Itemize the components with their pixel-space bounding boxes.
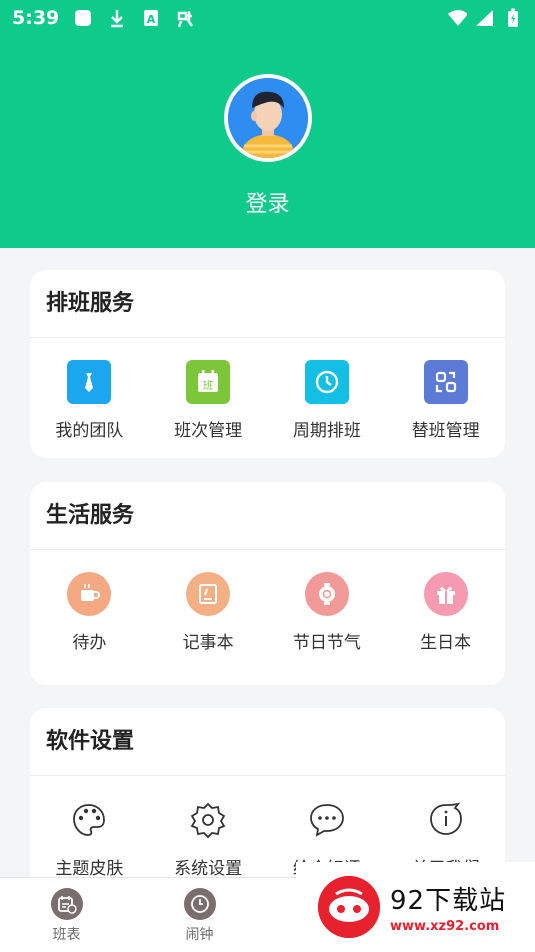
substitute-management-item[interactable]: 替班管理 — [386, 338, 505, 458]
grid-label: 节日节气 — [292, 633, 361, 653]
section-title: 软件设置 — [30, 708, 505, 776]
grid-label: 替班管理 — [411, 421, 480, 441]
nav-alarm[interactable]: 闹钟 — [133, 878, 266, 952]
info-bubble-icon — [424, 798, 468, 842]
signal-icon — [475, 8, 495, 28]
birthday-item[interactable]: 生日本 — [386, 550, 505, 670]
my-team-item[interactable]: 我的团队 — [30, 338, 149, 458]
status-time: 5:39 — [12, 7, 60, 29]
clock-icon — [304, 360, 349, 404]
alarm-clock-icon — [183, 888, 216, 920]
grid-label: 记事本 — [182, 633, 234, 653]
shift-management-item[interactable]: 班 班次管理 — [149, 338, 268, 458]
schedule-icon — [50, 888, 83, 920]
a-icon: A — [141, 8, 161, 28]
watermark: 92下载站 www.xz92.com — [296, 862, 535, 952]
gift-icon — [423, 572, 468, 616]
wifi-icon — [447, 8, 467, 28]
grid-label: 我的团队 — [55, 421, 124, 441]
section-title: 生活服务 — [30, 482, 505, 550]
gear-icon — [186, 798, 230, 842]
grid-label: 系统设置 — [174, 859, 243, 879]
notebook-item[interactable]: 记事本 — [149, 550, 268, 670]
watermark-url: www.xz92.com — [390, 919, 500, 934]
download-icon — [107, 8, 127, 28]
palette-icon — [67, 798, 111, 842]
svg-text:A: A — [147, 13, 156, 26]
section-life-service: 生活服务 待办 记事本 节日节气 生日本 — [30, 482, 505, 685]
grid-label: 生日本 — [420, 633, 472, 653]
festival-item[interactable]: 节日节气 — [268, 550, 387, 670]
grid-label: 待办 — [72, 633, 107, 653]
avatar[interactable] — [224, 74, 312, 162]
status-bar: 5:39 A — [0, 0, 535, 36]
watermark-title: 92下载站 — [390, 886, 507, 916]
lantern-icon — [304, 572, 349, 616]
watermark-logo-icon — [318, 876, 380, 938]
cup-icon — [67, 572, 112, 616]
section-title: 排班服务 — [30, 270, 505, 338]
battery-icon — [503, 8, 523, 28]
login-label[interactable]: 登录 — [0, 186, 535, 218]
notebook-icon — [186, 572, 231, 616]
cycle-schedule-item[interactable]: 周期排班 — [268, 338, 387, 458]
swap-icon — [423, 360, 468, 404]
nav-schedule[interactable]: 班表 — [0, 878, 133, 952]
todo-item[interactable]: 待办 — [30, 550, 149, 670]
calendar-glyph: 班 — [203, 380, 213, 392]
tie-icon — [67, 360, 112, 404]
calendar-icon: 班 — [186, 360, 231, 404]
bug-icon — [175, 8, 195, 28]
section-shift-service: 排班服务 我的团队 班 班次管理 周期排班 替班管理 — [30, 270, 505, 458]
grid-label: 主题皮肤 — [55, 859, 124, 879]
square-icon — [73, 8, 93, 28]
profile-header: 登录 — [0, 36, 535, 248]
grid-label: 班次管理 — [174, 421, 243, 441]
chat-bubble-icon — [305, 798, 349, 842]
grid-label: 周期排班 — [292, 421, 361, 441]
nav-label: 闹钟 — [185, 927, 214, 943]
nav-label: 班表 — [52, 927, 81, 943]
